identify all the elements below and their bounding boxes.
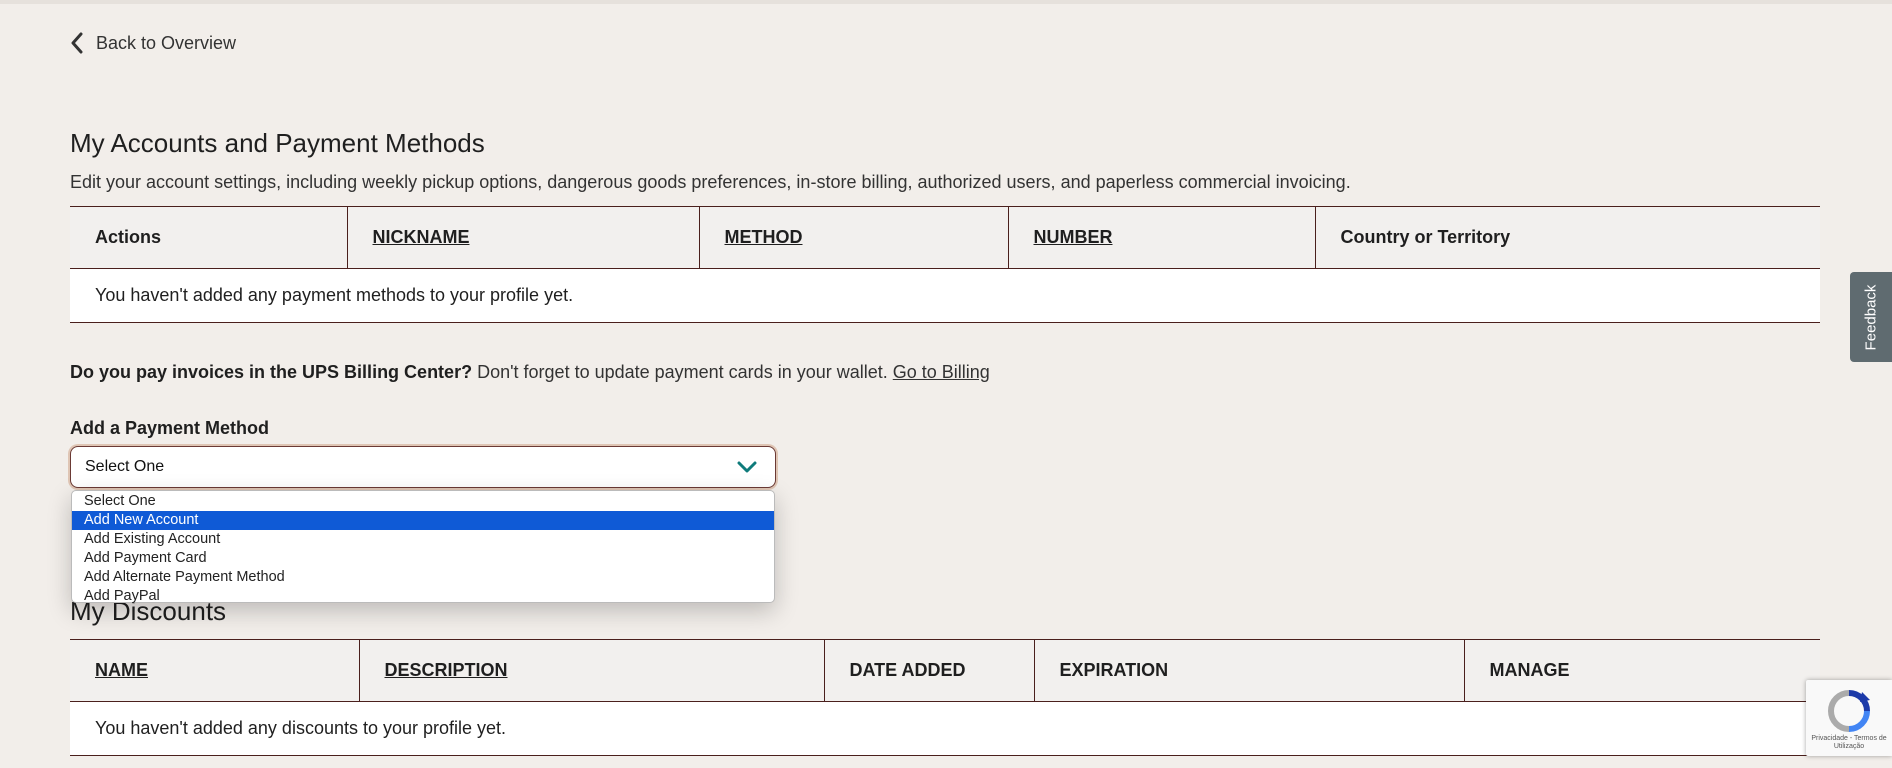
table-row: You haven't added any payment methods to… xyxy=(70,268,1820,323)
option-add-alternate-payment-method[interactable]: Add Alternate Payment Method xyxy=(72,568,774,587)
column-header-nickname[interactable]: NICKNAME xyxy=(346,206,699,269)
accounts-empty-message: You haven't added any payment methods to… xyxy=(70,268,1820,323)
accounts-description: Edit your account settings, including we… xyxy=(70,172,1351,192)
accounts-table: Actions NICKNAME METHOD NUMBER Country o… xyxy=(70,206,1820,323)
discounts-header-row: NAME DESCRIPTION DATE ADDED EXPIRATION M… xyxy=(70,639,1820,702)
chevron-down-icon xyxy=(737,461,757,473)
column-header-number[interactable]: NUMBER xyxy=(1007,206,1315,269)
column-header-date-added: DATE ADDED xyxy=(823,639,1034,702)
top-shade xyxy=(0,0,1892,4)
column-header-manage: MANAGE xyxy=(1463,639,1820,702)
column-header-method[interactable]: METHOD xyxy=(698,206,1008,269)
accounts-header-row: Actions NICKNAME METHOD NUMBER Country o… xyxy=(70,206,1820,269)
table-row: You haven't added any discounts to your … xyxy=(70,701,1820,756)
payment-method-select[interactable]: Select One xyxy=(70,446,776,488)
back-to-overview-link[interactable]: Back to Overview xyxy=(70,32,236,54)
payment-method-label: Add a Payment Method xyxy=(70,418,270,438)
column-header-description[interactable]: DESCRIPTION xyxy=(358,639,824,702)
payment-method-selected-value: Select One xyxy=(85,458,165,475)
discounts-empty-message: You haven't added any discounts to your … xyxy=(70,701,1820,756)
chevron-left-icon xyxy=(71,32,83,54)
billing-question: Do you pay invoices in the UPS Billing C… xyxy=(70,362,473,382)
billing-notice: Do you pay invoices in the UPS Billing C… xyxy=(70,362,990,383)
back-label: Back to Overview xyxy=(96,32,237,53)
recaptcha-links: Privacidade - Termos de Utilização xyxy=(1811,735,1887,750)
accounts-title: My Accounts and Payment Methods xyxy=(70,128,485,158)
option-add-new-account[interactable]: Add New Account xyxy=(72,511,774,530)
billing-reminder: Don't forget to update payment cards in … xyxy=(472,362,893,382)
go-to-billing-link[interactable]: Go to Billing xyxy=(893,362,990,382)
option-select-one[interactable]: Select One xyxy=(72,492,774,511)
recaptcha-badge[interactable]: Privacidade - Termos de Utilização xyxy=(1806,680,1892,756)
column-header-name[interactable]: NAME xyxy=(70,639,359,702)
feedback-tab[interactable]: Feedback xyxy=(1850,272,1892,362)
recaptcha-privacy-link[interactable]: Privacidade xyxy=(1811,735,1848,742)
option-add-payment-card[interactable]: Add Payment Card xyxy=(72,549,774,568)
column-header-expiration: EXPIRATION xyxy=(1033,639,1464,702)
option-add-paypal[interactable]: Add PayPal xyxy=(72,587,774,606)
payment-method-options-list: Select One Add New Account Add Existing … xyxy=(71,490,775,606)
feedback-label: Feedback xyxy=(1862,284,1880,350)
option-add-existing-account[interactable]: Add Existing Account xyxy=(72,530,774,549)
recaptcha-icon xyxy=(1827,690,1870,732)
discounts-table: NAME DESCRIPTION DATE ADDED EXPIRATION M… xyxy=(70,639,1820,756)
column-header-country: Country or Territory xyxy=(1314,206,1820,269)
column-header-actions: Actions xyxy=(70,206,347,269)
